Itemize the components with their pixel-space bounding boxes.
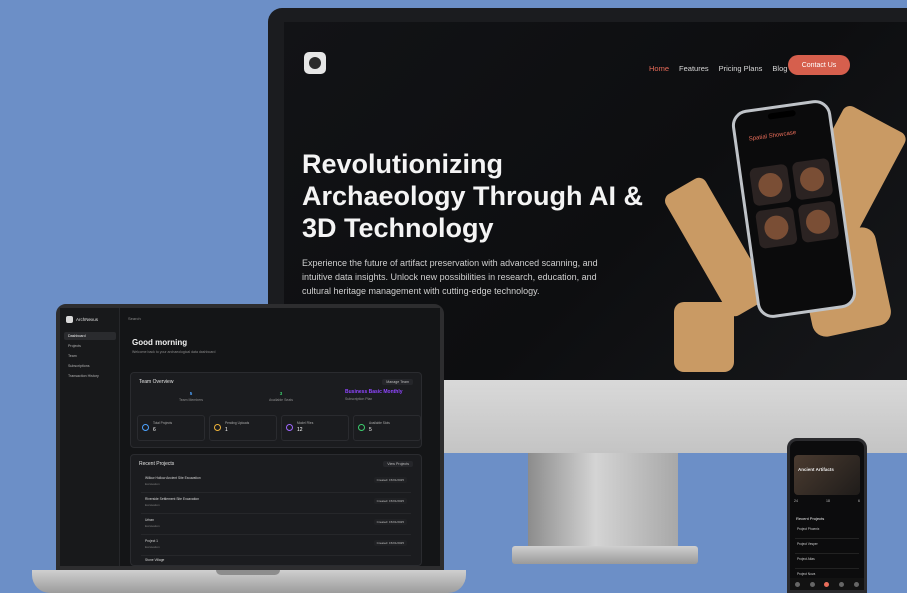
contact-button[interactable]: Contact Us	[788, 55, 850, 75]
nav-blog[interactable]: Blog	[772, 64, 787, 73]
phone-notch	[767, 109, 797, 120]
home-icon[interactable]	[794, 581, 800, 587]
model-icon	[286, 424, 293, 431]
phone-hero-card[interactable]: Ancient Artifacts	[794, 455, 860, 495]
team-overview-title: Team Overview	[139, 379, 174, 385]
project-row[interactable]: Riverside Settlement Site Excavation Exca…	[141, 494, 411, 514]
plan-label: Subscription Plan	[345, 397, 373, 401]
view-projects-button[interactable]: View Projects	[383, 461, 413, 467]
laptop: ArchNexus Dashboard Projects Team Subscr…	[56, 304, 444, 570]
metric-model-files: Model Files 12	[281, 415, 349, 441]
project-row[interactable]: Project 1 Excavation Created: 15/01/2025	[141, 536, 411, 556]
project-row[interactable]: Willow Hollow Ancient Site Excavation Exc…	[141, 473, 411, 493]
phone-stat: 6	[858, 499, 860, 503]
artifact-tile[interactable]	[791, 157, 834, 201]
team-overview-card: Team Overview Manage Team 5 Team Members …	[130, 372, 422, 448]
plan-name: Business Basic Monthly	[345, 389, 403, 395]
app-name: ArchNexus	[76, 317, 99, 322]
phone-stat: 18	[826, 499, 830, 503]
phone-list-item[interactable]: Project Phoenix	[795, 525, 859, 539]
sidebar-item-dashboard[interactable]: Dashboard	[64, 332, 116, 340]
sidebar-menu: Dashboard Projects Team Subscriptions Tr…	[64, 332, 116, 382]
greeting-subtitle: Welcome back to your archaeological data…	[132, 350, 216, 354]
project-row[interactable]: Stone Village	[141, 555, 411, 567]
logo-icon[interactable]	[304, 52, 326, 74]
phone-stat: 24	[794, 499, 798, 503]
wooden-hand-palm	[674, 302, 734, 372]
sidebar-item-transactions[interactable]: Transaction History	[64, 372, 116, 380]
dashboard-main: Search Good morning Welcome back to your…	[120, 308, 440, 566]
team-members-stat: 5 Team Members	[178, 391, 204, 402]
sidebar: ArchNexus Dashboard Projects Team Subscr…	[60, 308, 120, 566]
artifact-tile[interactable]	[748, 163, 792, 207]
hero-subtitle: Experience the future of artifact preser…	[302, 258, 598, 296]
sidebar-item-subscriptions[interactable]: Subscriptions	[64, 362, 116, 370]
mobile-phone: Ancient Artifacts 24 18 6 Recent Project…	[787, 438, 867, 593]
nav-pricing[interactable]: Pricing Plans	[719, 64, 763, 73]
phone-title: Spatial Showcase	[748, 129, 797, 143]
phone-list-item[interactable]: Project Atlas	[795, 555, 859, 569]
phone-stats: 24 18 6	[794, 499, 860, 515]
metric-available-slots: Available Slots 5	[353, 415, 421, 441]
project-row[interactable]: Urban Excavation Created: 15/01/2025	[141, 515, 411, 535]
recent-projects-card: Recent Projects View Projects Willow Hol…	[130, 454, 422, 566]
sidebar-item-team[interactable]: Team	[64, 352, 116, 360]
metric-total-projects: Total Projects 6	[137, 415, 205, 441]
top-nav: Home Features Pricing Plans Blog	[649, 64, 787, 73]
artifact-tile[interactable]	[754, 206, 798, 250]
nav-home[interactable]: Home	[649, 64, 669, 73]
app-brand: ArchNexus	[66, 316, 98, 323]
recent-projects-title: Recent Projects	[139, 461, 175, 467]
monitor-stand-base	[512, 546, 698, 564]
laptop-notch	[216, 570, 280, 575]
phone-list-item[interactable]: Project Vesper	[795, 540, 859, 554]
available-seats-stat: 3 Available Seats	[268, 391, 294, 402]
camera-icon[interactable]	[824, 581, 830, 587]
slots-icon	[358, 424, 365, 431]
phone-bottom-nav	[790, 578, 864, 590]
hero-title: Revolutionizing Archaeology Through AI &…	[302, 149, 644, 243]
artifact-grid	[748, 157, 840, 250]
folder-icon[interactable]	[839, 581, 845, 587]
projects-icon	[142, 424, 149, 431]
metric-pending-uploads: Pending Uploads 1	[209, 415, 277, 441]
monitor-stand	[528, 453, 678, 548]
artifact-tile[interactable]	[797, 200, 840, 244]
manage-team-button[interactable]: Manage Team	[382, 379, 413, 385]
search-input[interactable]: Search	[128, 316, 141, 321]
grid-icon[interactable]	[809, 581, 815, 587]
nav-features[interactable]: Features	[679, 64, 709, 73]
upload-icon	[214, 424, 221, 431]
phone-section-title: Recent Projects	[796, 516, 825, 521]
profile-icon[interactable]	[854, 581, 860, 587]
sidebar-item-projects[interactable]: Projects	[64, 342, 116, 350]
app-logo-icon	[66, 316, 73, 323]
greeting-title: Good morning	[132, 338, 188, 347]
phone-hero-title: Ancient Artifacts	[798, 467, 834, 472]
